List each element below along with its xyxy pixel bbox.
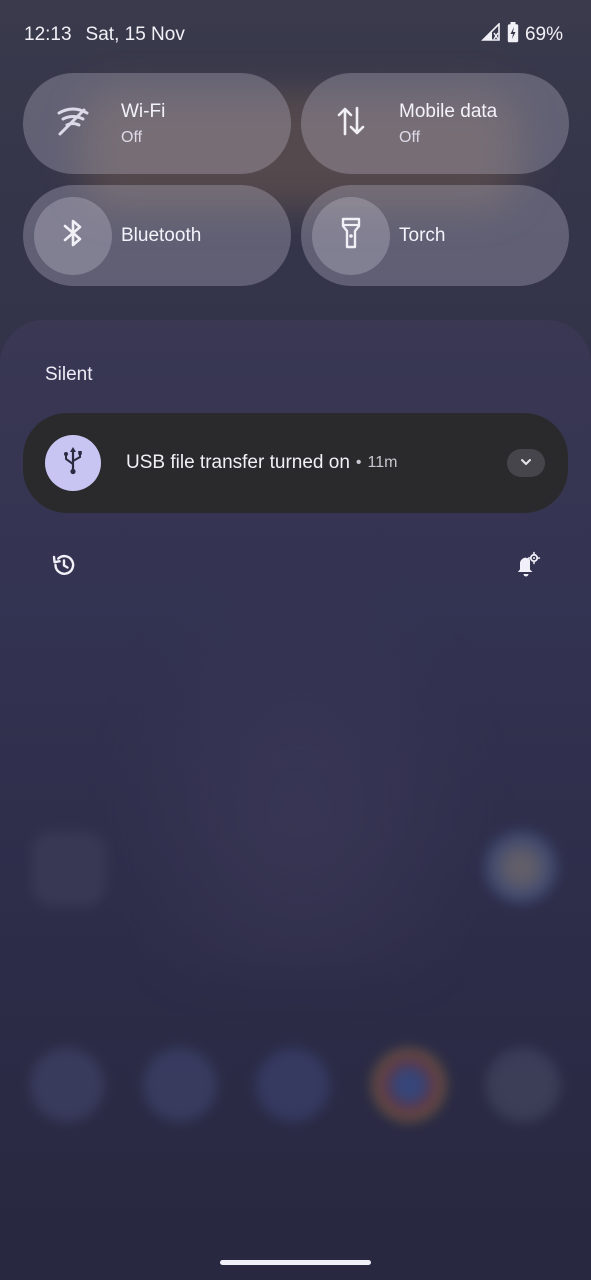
notification-dot: • — [355, 454, 362, 471]
notification-usb[interactable]: USB file transfer turned on • 11m — [23, 413, 568, 513]
tile-mobile-data-text: Mobile data Off — [399, 101, 497, 147]
tile-wifi-state: Off — [121, 128, 143, 146]
notification-content: USB file transfer turned on • 11m — [126, 452, 397, 474]
torch-icon — [339, 216, 363, 255]
tile-mobile-data[interactable]: Mobile data Off — [301, 73, 569, 174]
tile-wifi-text: Wi-Fi Off — [121, 101, 165, 147]
history-icon — [51, 552, 77, 583]
tile-mobile-data-icon-wrap — [312, 85, 390, 163]
notification-expand-button[interactable] — [507, 449, 545, 477]
tile-bluetooth[interactable]: Bluetooth — [23, 185, 291, 286]
signal-icon — [481, 22, 501, 47]
status-indicators: 69% — [481, 21, 563, 49]
tile-torch-icon-wrap — [312, 196, 390, 275]
tile-bluetooth-text: Bluetooth — [121, 225, 201, 247]
notification-history-button[interactable] — [44, 547, 84, 587]
tile-wifi[interactable]: Wi-Fi Off — [23, 73, 291, 174]
tile-mobile-data-state: Off — [399, 128, 421, 146]
usb-icon — [62, 446, 84, 481]
battery-percent: 69% — [524, 24, 563, 45]
notification-title: USB file transfer turned on — [126, 452, 350, 473]
bell-settings-icon — [513, 551, 541, 584]
notification-time: 11m — [367, 454, 398, 471]
status-date: Sat, 15 Nov — [85, 24, 185, 45]
status-time: 12:13 — [24, 24, 72, 45]
tile-bluetooth-label: Bluetooth — [121, 224, 202, 246]
tile-torch-text: Torch — [399, 225, 445, 247]
gesture-navigation-bar[interactable] — [220, 1260, 371, 1265]
notification-settings-button[interactable] — [507, 547, 547, 587]
battery-charging-icon — [507, 21, 519, 49]
chevron-down-icon — [519, 454, 533, 472]
status-bar: 12:13 Sat, 15 Nov 69% — [0, 0, 591, 70]
tile-torch[interactable]: Torch — [301, 185, 569, 286]
tile-wifi-icon-wrap — [34, 85, 112, 163]
tile-mobile-data-label: Mobile data — [399, 100, 498, 122]
section-title-silent: Silent — [45, 364, 93, 385]
mobile-data-icon — [336, 104, 366, 143]
notification-icon-wrap — [45, 435, 101, 491]
bluetooth-icon — [61, 216, 85, 255]
tile-wifi-label: Wi-Fi — [121, 100, 166, 122]
tile-bluetooth-icon-wrap — [34, 196, 112, 275]
tile-torch-label: Torch — [399, 224, 446, 246]
wifi-icon — [56, 104, 90, 143]
